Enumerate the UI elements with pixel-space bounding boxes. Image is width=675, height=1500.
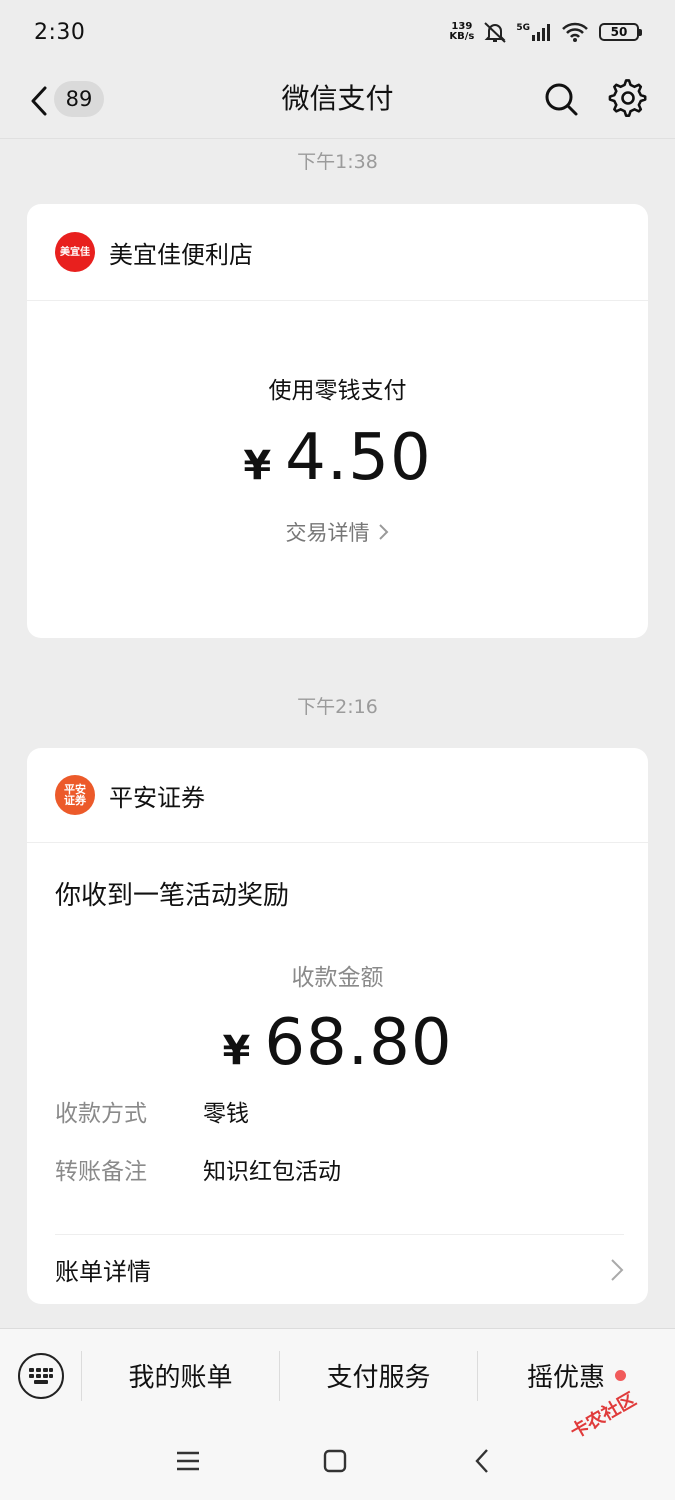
recent-apps-button[interactable]: [176, 1450, 200, 1476]
gear-icon: [608, 79, 647, 117]
status-icons: 139 KB/s 5G 50: [449, 20, 642, 44]
status-bar: 2:30 139 KB/s 5G 50: [0, 0, 675, 64]
card-header: 平安 证券 平安证券: [27, 748, 648, 843]
mute-bell-icon: [482, 20, 508, 44]
reward-title: 你收到一笔活动奖励: [55, 881, 290, 911]
keyboard-icon: [29, 1368, 53, 1384]
info-row: 转账备注 知识红包活动: [55, 1159, 341, 1185]
menu-item-my-bills[interactable]: 我的账单: [82, 1329, 279, 1421]
search-button[interactable]: [542, 80, 580, 118]
menu-item-payment-services[interactable]: 支付服务: [280, 1329, 477, 1421]
battery-icon: 50: [599, 23, 642, 41]
search-icon: [545, 83, 578, 116]
chevron-right-icon: [378, 524, 388, 540]
message-timestamp: 下午1:38: [297, 151, 378, 173]
system-back-button[interactable]: [474, 1448, 490, 1478]
merchant-name: 平安证券: [109, 783, 205, 812]
signal-icon: 5G: [516, 23, 553, 41]
payment-method: 使用零钱支付: [268, 378, 407, 404]
nav-bar: 89 微信支付: [0, 64, 675, 138]
keyboard-toggle-button[interactable]: [18, 1353, 64, 1399]
menu-lines-icon: [177, 1451, 199, 1471]
square-icon: [323, 1449, 347, 1473]
payment-amount: ¥ 4.50: [243, 421, 432, 495]
nav-divider: [0, 138, 675, 139]
network-speed: 139 KB/s: [449, 21, 475, 42]
chevron-left-icon: [475, 1449, 488, 1473]
payment-card[interactable]: 美宜佳 美宜佳便利店 使用零钱支付 ¥ 4.50 交易详情: [27, 204, 648, 638]
home-button[interactable]: [323, 1449, 347, 1477]
merchant-logo: 美宜佳: [55, 232, 95, 272]
settings-button[interactable]: [608, 78, 648, 118]
bill-detail-link[interactable]: 账单详情: [55, 1234, 624, 1304]
info-row: 收款方式 零钱: [55, 1101, 249, 1127]
merchant-logo: 平安 证券: [55, 775, 95, 815]
receive-amount: ¥ 68.80: [222, 1006, 453, 1080]
back-button[interactable]: [24, 82, 54, 120]
menu-item-shake-deals[interactable]: 摇优惠: [478, 1329, 675, 1421]
card-header: 美宜佳 美宜佳便利店: [27, 204, 648, 301]
message-timestamp: 下午2:16: [297, 696, 378, 718]
chevron-left-icon: [31, 86, 47, 116]
status-time: 2:30: [34, 19, 86, 45]
receive-amount-label: 收款金额: [291, 965, 384, 991]
transaction-detail-link[interactable]: 交易详情: [286, 517, 390, 547]
wifi-icon: [561, 21, 589, 43]
chevron-right-icon: [611, 1258, 624, 1281]
unread-count-badge[interactable]: 89: [54, 81, 104, 117]
notification-dot: [615, 1369, 626, 1381]
reward-card[interactable]: 平安 证券 平安证券 你收到一笔活动奖励 收款金额 ¥ 68.80 收款方式 零…: [27, 748, 648, 1304]
bottom-menu: 我的账单 支付服务 摇优惠: [0, 1328, 675, 1420]
merchant-name: 美宜佳便利店: [109, 240, 253, 269]
